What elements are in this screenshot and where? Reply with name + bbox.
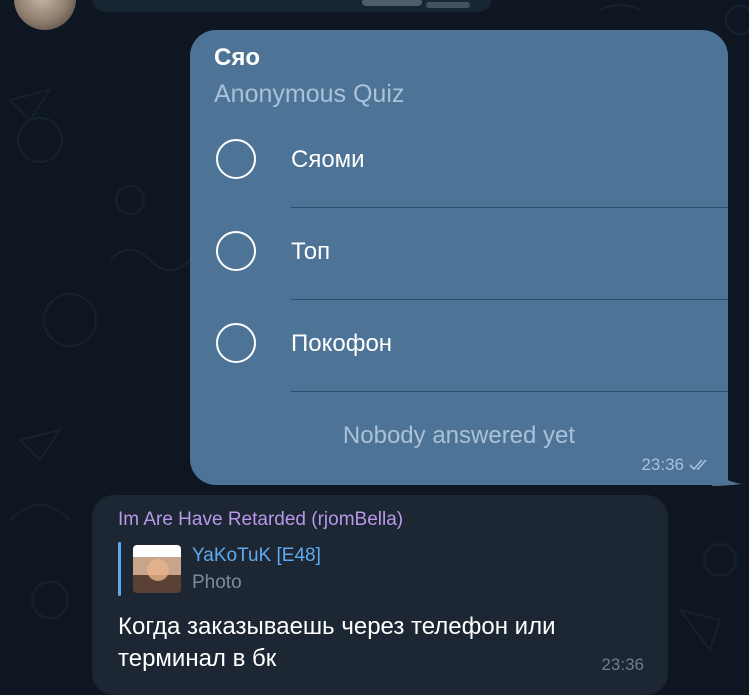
photo-thumbnail — [133, 545, 181, 593]
quiz-poll-bubble: Сяо Anonymous Quiz Сяоми Топ Покофон Nob… — [190, 30, 728, 485]
bubble-tail — [712, 462, 742, 486]
poll-status: Nobody answered yet — [342, 422, 576, 449]
reply-author: YaKoTuK [E48] — [192, 545, 321, 566]
poll-option-label: Топ — [291, 238, 331, 265]
poll-option-label: Покофон — [291, 330, 393, 357]
radio-icon[interactable] — [216, 323, 256, 363]
poll-option[interactable]: Сяоми — [190, 116, 728, 208]
poll-option-label: Сяоми — [291, 146, 365, 173]
reply-preview[interactable]: YaKoTuK [E48] Photo — [118, 542, 518, 596]
poll-option[interactable]: Покофон — [190, 300, 728, 392]
message-time: 23:36 — [641, 455, 684, 474]
reply-accent-bar — [118, 542, 121, 596]
incoming-message-bubble: Im Are Have Retarded (rjomBella) YaKoTuK… — [92, 495, 668, 695]
poll-option[interactable]: Топ — [190, 208, 728, 300]
poll-question: Сяо — [214, 44, 260, 71]
radio-icon[interactable] — [216, 139, 256, 179]
sender-name[interactable]: Im Are Have Retarded (rjomBella) — [118, 509, 403, 531]
previous-message-bubble — [92, 0, 492, 12]
divider — [291, 390, 728, 392]
poll-type-label: Anonymous Quiz — [214, 80, 405, 108]
reply-media-type: Photo — [192, 572, 242, 593]
message-text: Когда заказываешь через телефон или терм… — [118, 613, 556, 672]
message-time: 23:36 — [601, 655, 644, 674]
radio-icon[interactable] — [216, 231, 256, 271]
double-check-icon — [689, 459, 707, 471]
